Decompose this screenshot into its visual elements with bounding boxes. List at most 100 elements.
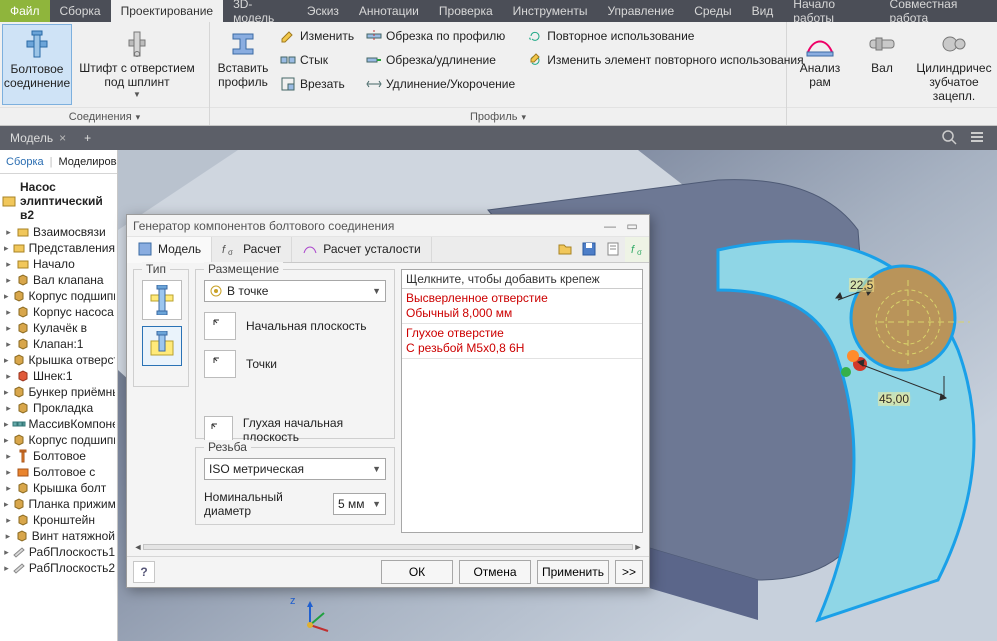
- expand-icon[interactable]: ▸: [4, 515, 13, 526]
- tree-item[interactable]: ▸Болтовое: [2, 448, 115, 464]
- minimize-icon[interactable]: —: [599, 219, 621, 233]
- browser-tab-modeling[interactable]: Моделирование: [53, 156, 118, 168]
- tree-item[interactable]: ▸Корпус подшипника: [2, 288, 115, 304]
- scroll-right-icon[interactable]: ►: [633, 542, 643, 552]
- expand-icon[interactable]: ▸: [4, 227, 13, 238]
- trim-profile-button[interactable]: Обрезка по профилю: [360, 24, 521, 48]
- pick-points-button[interactable]: [204, 350, 236, 378]
- expand-icon[interactable]: ▸: [4, 371, 13, 382]
- type-through-button[interactable]: [142, 280, 182, 320]
- tab-environments[interactable]: Среды: [684, 0, 741, 22]
- expand-icon[interactable]: ▸: [4, 291, 9, 302]
- scroll-track[interactable]: [143, 544, 633, 550]
- expand-icon[interactable]: ▸: [4, 307, 13, 318]
- dialog-titlebar[interactable]: Генератор компонентов болтового соединен…: [127, 215, 649, 237]
- tree-item[interactable]: ▸Начало: [2, 256, 115, 272]
- tab-sketch[interactable]: Эскиз: [297, 0, 349, 22]
- fasteners-list[interactable]: Щелкните, чтобы добавить крепеж Высверле…: [401, 269, 643, 533]
- bolt-connection-button[interactable]: Болтовое соединение: [2, 24, 72, 105]
- frame-analysis-button[interactable]: Анализ рам: [789, 24, 851, 105]
- tree-item[interactable]: ▸Кронштейн: [2, 512, 115, 528]
- tree-item[interactable]: ▸Болтовое с: [2, 464, 115, 480]
- lengthen-shorten-button[interactable]: Удлинение/Укорочение: [360, 72, 521, 96]
- spur-gear-button[interactable]: Цилиндричес зубчатое зацепл.: [913, 24, 995, 105]
- tab-inspect[interactable]: Проверка: [429, 0, 503, 22]
- scroll-left-icon[interactable]: ◄: [133, 542, 143, 552]
- hole-item-1[interactable]: Высверленное отверстие Обычный 8,000 мм: [402, 289, 642, 324]
- insert-profile-button[interactable]: Вставить профиль: [212, 24, 274, 105]
- expand-icon[interactable]: ▸: [4, 531, 12, 542]
- reuse-button[interactable]: Повторное использование: [521, 24, 801, 48]
- shaft-button[interactable]: Вал: [851, 24, 913, 105]
- clevis-pin-button[interactable]: Штифт с отверстием под шплинт ▼: [72, 24, 202, 105]
- search-icon[interactable]: [941, 129, 959, 147]
- tree-item[interactable]: ▸Кулачёк в: [2, 320, 115, 336]
- expand-icon[interactable]: ▸: [4, 563, 9, 574]
- tree-item[interactable]: ▸Корпус насоса: [2, 304, 115, 320]
- help-button[interactable]: ?: [133, 561, 155, 583]
- expand-icon[interactable]: ▸: [4, 435, 9, 446]
- tab-assembly[interactable]: Сборка: [50, 0, 111, 22]
- tree-item[interactable]: ▸Бункер приёмный: [2, 384, 115, 400]
- report-icon[interactable]: [601, 237, 625, 262]
- doc-tab-model[interactable]: Модель ×: [0, 126, 76, 150]
- edit-reuse-button[interactable]: Изменить элемент повторного использовани…: [521, 48, 801, 72]
- tree-item[interactable]: ▸Шнек:1: [2, 368, 115, 384]
- tab-collab[interactable]: Совместная работа: [880, 0, 997, 22]
- pick-start-plane-button[interactable]: [204, 312, 236, 340]
- tab-calculation[interactable]: fσ Расчет: [212, 237, 292, 262]
- edit-profile-button[interactable]: Изменить: [274, 24, 360, 48]
- settings-icon[interactable]: [969, 129, 987, 147]
- apply-button[interactable]: Применить: [537, 560, 609, 584]
- tree-item[interactable]: ▸Планка прижимная: [2, 496, 115, 512]
- expand-icon[interactable]: ▸: [4, 483, 13, 494]
- expand-icon[interactable]: ▸: [4, 451, 13, 462]
- tree-item[interactable]: ▸Клапан:1: [2, 336, 115, 352]
- expand-icon[interactable]: ▸: [4, 403, 13, 414]
- dialog-scrollbar[interactable]: ◄ ►: [133, 541, 643, 554]
- expand-button[interactable]: >>: [615, 560, 643, 584]
- notch-button[interactable]: Врезать: [274, 72, 360, 96]
- new-tab-button[interactable]: +: [76, 131, 99, 145]
- tree-item[interactable]: ▸Представления: [2, 240, 115, 256]
- tab-file[interactable]: Файл: [0, 0, 50, 22]
- tree-item[interactable]: ▸РабПлоскость2: [2, 560, 115, 576]
- hole-item-2[interactable]: Глухое отверстие С резьбой M5x0,8 6H: [402, 324, 642, 359]
- formula-icon[interactable]: fσ: [625, 237, 649, 262]
- tree-item[interactable]: ▸Вал клапана: [2, 272, 115, 288]
- expand-icon[interactable]: ▸: [4, 275, 13, 286]
- save-icon[interactable]: [577, 237, 601, 262]
- tree-item[interactable]: ▸Крышка отверстия: [2, 352, 115, 368]
- expand-icon[interactable]: ▸: [4, 467, 13, 478]
- expand-icon[interactable]: ▸: [4, 339, 13, 350]
- butt-button[interactable]: Стык: [274, 48, 360, 72]
- tree-item[interactable]: ▸Взаимосвязи: [2, 224, 115, 240]
- tab-fatigue[interactable]: Расчет усталости: [292, 237, 431, 262]
- expand-icon[interactable]: ▸: [4, 499, 9, 510]
- close-icon[interactable]: ▭: [621, 219, 643, 233]
- tree-item[interactable]: ▸Винт натяжной: [2, 528, 115, 544]
- expand-icon[interactable]: ▸: [4, 387, 9, 398]
- tab-tools[interactable]: Инструменты: [503, 0, 598, 22]
- open-icon[interactable]: [553, 237, 577, 262]
- trim-extend-button[interactable]: Обрезка/удлинение: [360, 48, 521, 72]
- expand-icon[interactable]: ▸: [4, 323, 13, 334]
- tree-item[interactable]: ▸Крышка болт: [2, 480, 115, 496]
- tab-view[interactable]: Вид: [742, 0, 784, 22]
- browser-tab-assembly[interactable]: Сборка: [0, 156, 50, 168]
- type-blind-button[interactable]: [142, 326, 182, 366]
- tab-annotate[interactable]: Аннотации: [349, 0, 429, 22]
- thread-standard-combo[interactable]: ISO метрическая ▼: [204, 458, 386, 480]
- tree-item[interactable]: ▸РабПлоскость1: [2, 544, 115, 560]
- expand-icon[interactable]: ▸: [4, 243, 9, 254]
- ok-button[interactable]: ОК: [381, 560, 453, 584]
- placement-mode-combo[interactable]: В точке ▼: [204, 280, 386, 302]
- dimension-length[interactable]: 45,00: [878, 392, 910, 406]
- tree-item[interactable]: ▸Прокладка: [2, 400, 115, 416]
- tab-design[interactable]: Проектирование: [111, 0, 224, 22]
- fasteners-hint[interactable]: Щелкните, чтобы добавить крепеж: [402, 270, 642, 289]
- tab-getstarted[interactable]: Начало работы: [783, 0, 879, 22]
- expand-icon[interactable]: ▸: [4, 259, 13, 270]
- tree-item[interactable]: ▸Корпус подшипника: [2, 432, 115, 448]
- tab-model[interactable]: Модель: [127, 237, 212, 263]
